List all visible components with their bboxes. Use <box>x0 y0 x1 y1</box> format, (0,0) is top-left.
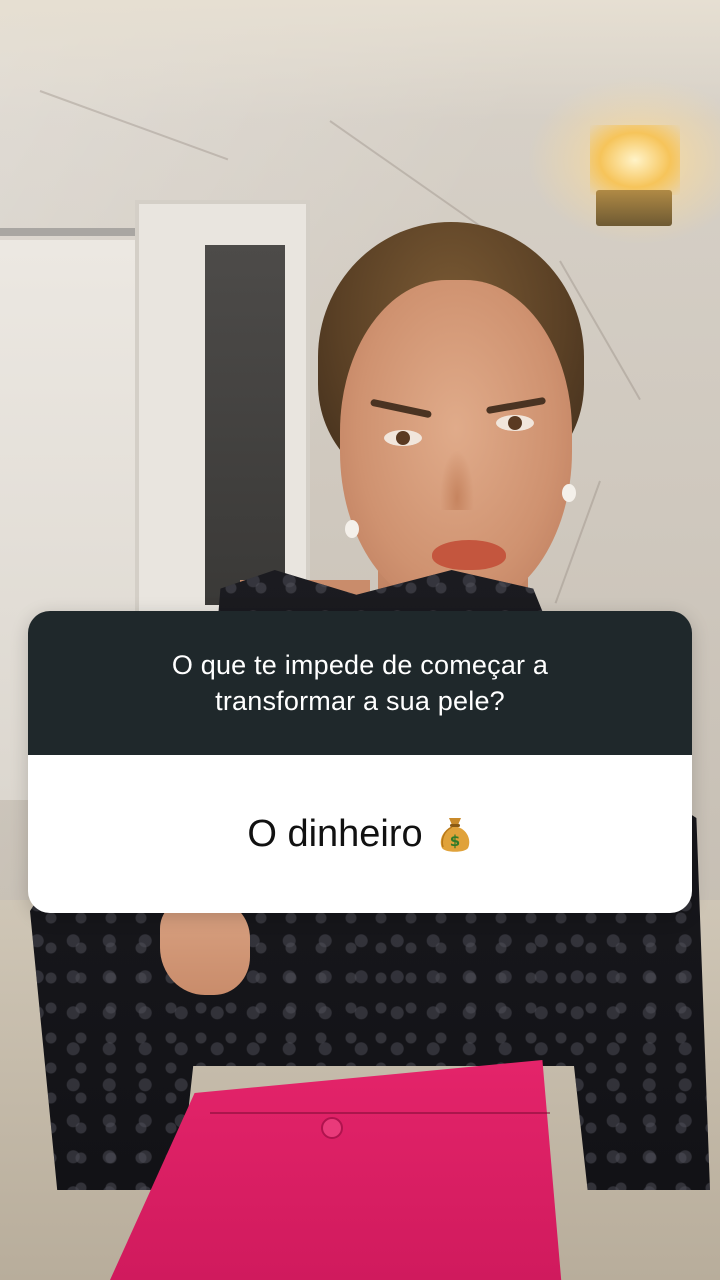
lips <box>432 540 506 570</box>
wall-sconce <box>596 190 672 226</box>
pants-waistband <box>210 1112 550 1114</box>
door <box>205 245 285 605</box>
hand <box>160 900 250 995</box>
sconce-light <box>590 125 680 195</box>
answer-text: O dinheiro <box>247 813 423 855</box>
pants-button <box>321 1117 343 1139</box>
svg-text:$: $ <box>449 832 459 850</box>
earring <box>345 520 359 538</box>
question-header: O que te impede de começar a transformar… <box>28 611 692 755</box>
question-text: O que te impede de começar a transformar… <box>171 650 549 716</box>
ceiling <box>0 0 720 120</box>
story-frame: O que te impede de começar a transformar… <box>0 0 720 1280</box>
answer-area: O dinheiro $ <box>28 755 692 913</box>
money-bag-icon: $ <box>437 814 473 854</box>
earring <box>562 484 576 502</box>
left-eye <box>384 430 422 446</box>
nose <box>440 450 474 510</box>
right-eye <box>496 415 534 431</box>
question-sticker[interactable]: O que te impede de começar a transformar… <box>28 611 692 913</box>
answer-row: O dinheiro $ <box>247 812 472 856</box>
